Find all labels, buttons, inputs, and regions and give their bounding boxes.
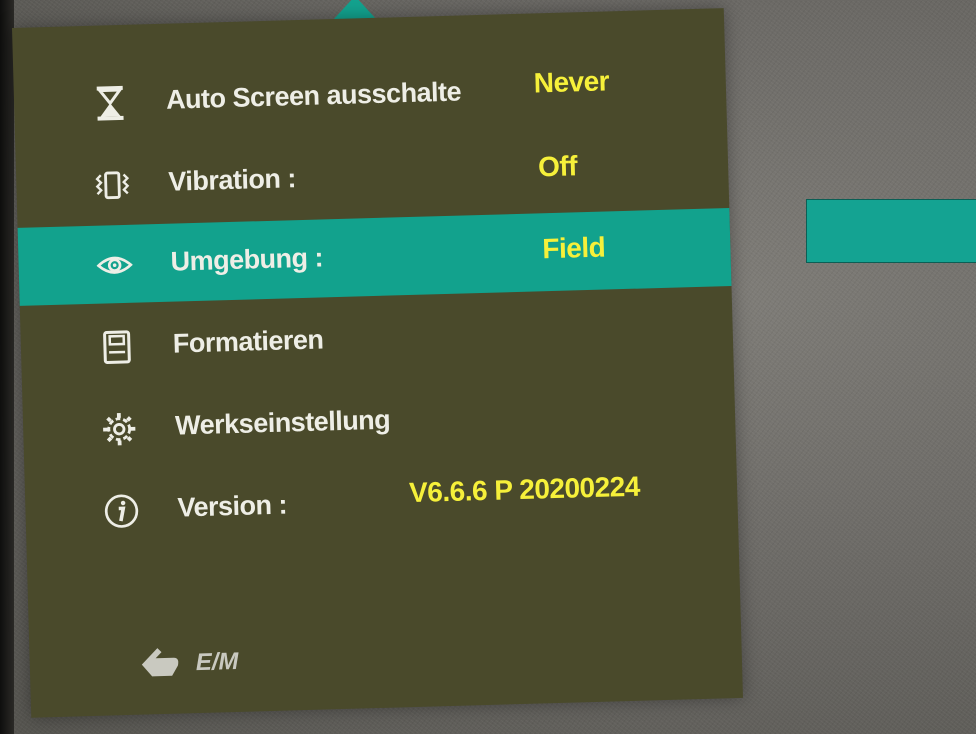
hourglass-icon (92, 85, 129, 122)
menu-item-value: Field (541, 231, 606, 265)
menu-item-version[interactable]: Version : V6.6.6 P 20200224 (24, 454, 738, 552)
menu-item-label: Vibration : (167, 163, 297, 197)
menu-item-value: V6.6.6 P 20200224 (408, 470, 641, 509)
menu-item-factory-reset[interactable]: Werkseinstellung (22, 372, 736, 470)
footer-label: E/M (195, 647, 239, 676)
menu-item-label: Auto Screen ausschalte (165, 76, 462, 115)
menu-item-label: Version : (177, 489, 288, 523)
settings-menu: Auto Screen ausschalte Never Vibration :… (12, 8, 743, 718)
menu-item-auto-screen-off[interactable]: Auto Screen ausschalte Never (13, 46, 727, 144)
screen-edge (0, 0, 14, 734)
eye-icon (96, 247, 133, 284)
gear-icon (101, 411, 138, 448)
menu-item-label: Werkseinstellung (174, 404, 391, 441)
back-icon[interactable] (137, 642, 182, 686)
menu-item-format[interactable]: Formatieren (20, 290, 734, 388)
info-icon (103, 493, 140, 530)
menu-footer: E/M (137, 640, 239, 686)
sd-card-icon (98, 329, 135, 366)
highlight-indicator (806, 199, 976, 263)
vibration-icon (94, 167, 131, 204)
menu-item-label: Formatieren (172, 324, 324, 359)
menu-item-label: Umgebung : (170, 242, 324, 277)
menu-item-value: Never (533, 65, 610, 99)
menu-item-value: Off (537, 150, 578, 183)
